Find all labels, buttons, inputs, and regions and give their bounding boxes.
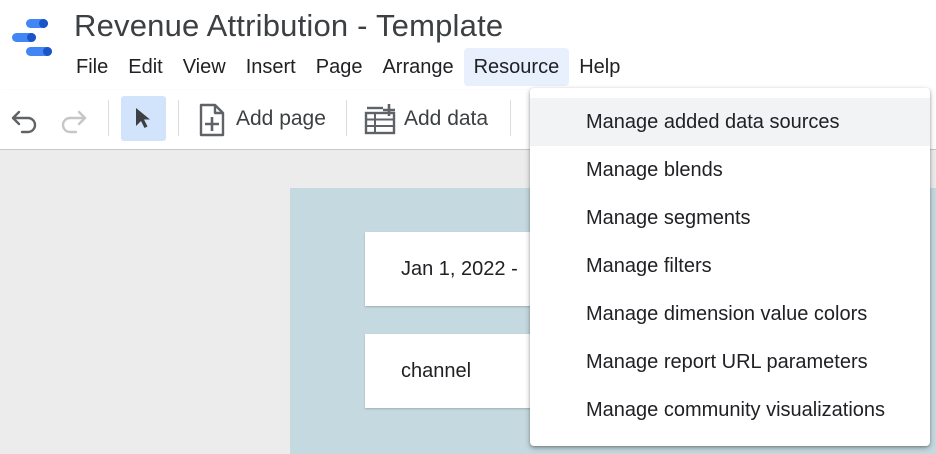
menu-edit[interactable]: Edit — [118, 48, 172, 86]
channel-filter-label: channel — [401, 360, 472, 382]
toolbar-divider — [178, 100, 179, 136]
menu-item-manage-segments[interactable]: Manage segments — [530, 194, 930, 242]
resource-menu-dropdown: Manage added data sources Manage blends … — [530, 88, 930, 446]
menu-resource[interactable]: Resource — [463, 48, 570, 86]
add-data-icon[interactable] — [363, 102, 397, 136]
menu-item-manage-dimension-value-colors[interactable]: Manage dimension value colors — [530, 290, 930, 338]
menu-page[interactable]: Page — [306, 48, 373, 86]
toolbar-divider — [510, 100, 511, 136]
add-data-button[interactable]: Add data — [404, 107, 488, 131]
menu-item-manage-report-url-parameters[interactable]: Manage report URL parameters — [530, 338, 930, 386]
cursor-arrow-icon — [136, 108, 150, 128]
top-bar: Revenue Attribution - Template File Edit… — [0, 0, 936, 90]
menu-file[interactable]: File — [66, 48, 118, 86]
looker-studio-logo-icon[interactable] — [10, 16, 54, 60]
menu-item-manage-added-data-sources[interactable]: Manage added data sources — [530, 98, 930, 146]
menu-item-manage-filters[interactable]: Manage filters — [530, 242, 930, 290]
toolbar-divider — [346, 100, 347, 136]
undo-icon[interactable] — [10, 106, 40, 134]
menu-bar: File Edit View Insert Page Arrange Resou… — [66, 48, 630, 86]
menu-insert[interactable]: Insert — [236, 48, 306, 86]
menu-item-manage-community-visualizations[interactable]: Manage community visualizations — [530, 386, 930, 434]
menu-help[interactable]: Help — [569, 48, 630, 86]
add-page-icon[interactable] — [198, 103, 226, 137]
report-title[interactable]: Revenue Attribution - Template — [74, 8, 503, 44]
menu-arrange[interactable]: Arrange — [372, 48, 463, 86]
toolbar-divider — [108, 100, 109, 136]
select-tool-button[interactable] — [121, 96, 166, 141]
redo-icon[interactable] — [58, 106, 88, 134]
menu-view[interactable]: View — [173, 48, 236, 86]
menu-item-manage-blends[interactable]: Manage blends — [530, 146, 930, 194]
add-page-button[interactable]: Add page — [236, 107, 326, 131]
date-range-text: Jan 1, 2022 - — [401, 258, 518, 280]
